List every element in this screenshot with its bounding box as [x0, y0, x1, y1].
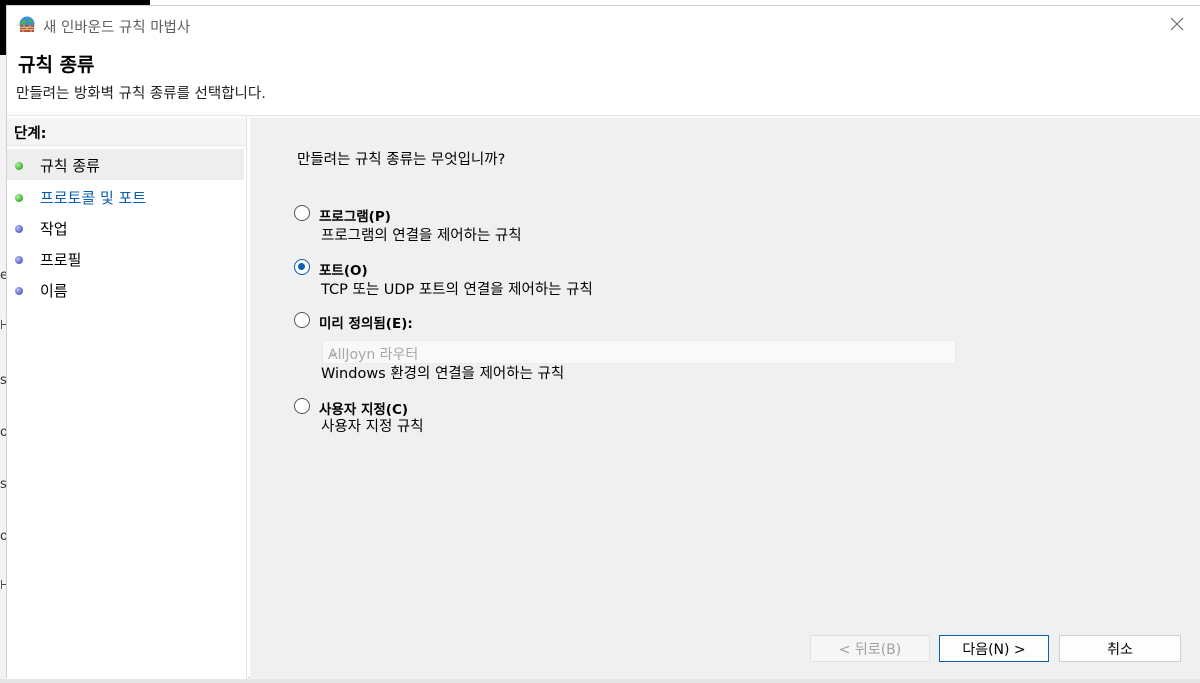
predefined-option-label[interactable]: 미리 정의됨(E):: [319, 312, 413, 332]
steps-heading: 단계:: [7, 118, 246, 146]
step-label: 규칙 종류: [40, 157, 100, 175]
step-status-dot-icon: [15, 256, 23, 264]
step-label: 작업: [40, 220, 68, 238]
step-label: 프로필: [40, 251, 82, 269]
step-profile[interactable]: 프로필: [7, 243, 244, 274]
port-radio[interactable]: [294, 259, 310, 275]
step-label: 이름: [40, 282, 68, 300]
program-radio[interactable]: [294, 205, 310, 221]
port-option-description: TCP 또는 UDP 포트의 연결을 제어하는 규칙: [321, 282, 593, 298]
cancel-button[interactable]: 취소: [1059, 635, 1181, 662]
step-status-dot-icon: [15, 162, 23, 170]
program-option-description: 프로그램의 연결을 제어하는 규칙: [321, 228, 522, 244]
pane-divider: [246, 116, 247, 679]
step-status-dot-icon: [15, 225, 23, 233]
steps-heading-label: 단계:: [14, 126, 47, 142]
title-bar[interactable]: 새 인바운드 규칙 마법사: [7, 6, 1200, 44]
step-label: 프로토콜 및 포트: [40, 189, 147, 207]
firewall-globe-icon: [18, 15, 36, 33]
back-button[interactable]: < 뒤로(B): [810, 635, 930, 662]
predefined-radio[interactable]: [294, 312, 310, 328]
close-icon: [1170, 16, 1184, 35]
close-button[interactable]: [1154, 6, 1200, 44]
page-title: 규칙 종류: [18, 54, 95, 76]
wizard-dialog: 새 인바운드 규칙 마법사 규칙 종류 만들려는 방화벽 규칙 종류를 선택합니…: [6, 5, 1200, 679]
step-rule-type[interactable]: 규칙 종류: [7, 149, 244, 180]
step-protocol-ports[interactable]: 프로토콜 및 포트: [7, 181, 244, 212]
step-status-dot-icon: [15, 287, 23, 295]
custom-option-description: 사용자 지정 규칙: [321, 419, 424, 435]
program-option-label[interactable]: 프로그램(P): [319, 205, 391, 225]
next-button[interactable]: 다음(N) >: [939, 635, 1049, 662]
step-name[interactable]: 이름: [7, 274, 244, 305]
window-title: 새 인바운드 규칙 마법사: [43, 20, 191, 36]
step-action[interactable]: 작업: [7, 212, 244, 243]
background-window-bottom: [0, 679, 1200, 683]
page-description: 만들려는 방화벽 규칙 종류를 선택합니다.: [16, 86, 266, 102]
content-pane: 만들려는 규칙 종류는 무엇입니까? 프로그램(P) 프로그램의 연결을 제어하…: [250, 118, 1200, 679]
steps-pane: 단계: 규칙 종류 프로토콜 및 포트 작업 프로필 이름: [7, 116, 248, 679]
custom-radio[interactable]: [294, 398, 310, 414]
predefined-option-description: Windows 환경의 연결을 제어하는 규칙: [321, 366, 565, 382]
question-text: 만들려는 규칙 종류는 무엇입니까?: [297, 152, 506, 168]
step-status-dot-icon: [15, 194, 23, 202]
chevron-down-icon: ⌄: [328, 344, 340, 360]
predefined-select[interactable]: AllJoyn 라우터 ⌄: [322, 340, 956, 364]
port-option-label[interactable]: 포트(O): [319, 259, 368, 279]
